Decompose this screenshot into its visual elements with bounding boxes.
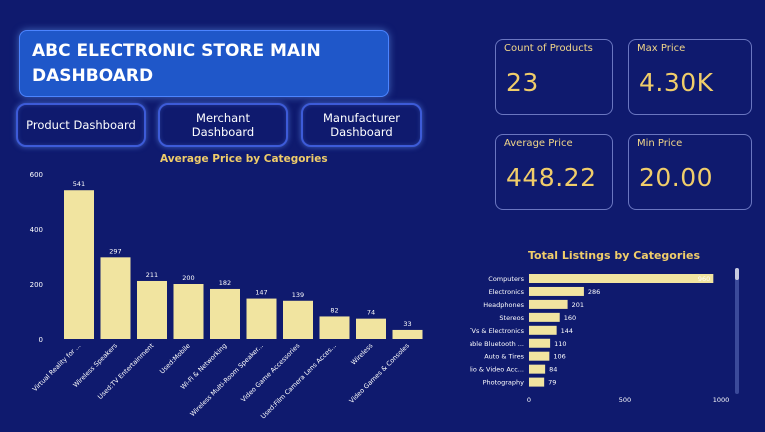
bar <box>356 318 386 339</box>
kpi-label: Count of Products <box>504 43 593 54</box>
bar-value-label: 79 <box>548 379 556 387</box>
x-tick-label: Wireless Multi-Room Speaker... <box>188 342 264 418</box>
x-tick-label: 1000 <box>713 396 730 404</box>
bar-value-label: 110 <box>554 340 566 348</box>
min-price-card: Min Price 20.00 <box>628 134 752 210</box>
y-category-label: Auto & Tires <box>484 353 524 361</box>
manufacturer-dashboard-button[interactable]: Manufacturer Dashboard <box>301 103 422 147</box>
bar <box>529 351 550 361</box>
bar-value-label: 84 <box>549 366 557 374</box>
y-category-label: Photography <box>483 379 525 387</box>
y-category-label: Portable Bluetooth ... <box>470 340 524 348</box>
bar <box>137 280 167 339</box>
bar <box>246 298 277 339</box>
kpi-value: 448.22 <box>506 163 597 192</box>
bar <box>529 377 545 387</box>
listings-chart-title: Total Listings by Categories <box>528 249 701 262</box>
dashboard-title: ABC ELECTRONIC STORE MAIN DASHBOARD <box>19 30 389 97</box>
scrollbar-track <box>735 268 739 394</box>
y-category-label: Headphones <box>483 301 524 309</box>
bar <box>392 329 423 339</box>
y-tick-label: 400 <box>30 226 43 234</box>
y-tick-label: 600 <box>30 171 43 179</box>
x-tick-label: Used:Mobile <box>158 342 192 376</box>
bar <box>529 338 551 348</box>
bar <box>529 286 584 296</box>
merchant-dashboard-button[interactable]: Merchant Dashboard <box>158 103 288 147</box>
average-price-card: Average Price 448.22 <box>495 134 613 210</box>
bar-value-label: 33 <box>403 320 411 328</box>
y-category-label: TVs & Electronics <box>470 327 525 335</box>
bar-value-label: 74 <box>367 309 375 317</box>
bar-value-label: 82 <box>330 306 338 314</box>
bar <box>173 284 204 339</box>
bar-value-label: 147 <box>255 289 267 297</box>
bar-value-label: 182 <box>219 279 231 287</box>
kpi-value: 20.00 <box>639 163 714 192</box>
kpi-value: 23 <box>506 68 539 97</box>
listings-chart: Computers 960 Electronics 286 Headphones 201 S… <box>470 268 739 404</box>
bar-value-label: 211 <box>146 271 158 279</box>
scrollbar-thumb[interactable] <box>735 268 739 280</box>
y-tick-label: 200 <box>30 281 43 289</box>
bar-value-label: 960 <box>698 275 710 283</box>
x-tick-label: Wireless <box>350 341 375 366</box>
y-tick-label: 0 <box>39 336 43 344</box>
kpi-label: Min Price <box>637 138 683 149</box>
y-category-label: Audio & Video Acc... <box>470 366 524 374</box>
x-tick-label: Video Games & Consoles <box>348 341 412 405</box>
count-of-products-card: Count of Products 23 <box>495 39 613 115</box>
bar <box>529 299 568 309</box>
bar <box>210 288 240 339</box>
avg-price-chart: 0200400600541Virtual Reality for ...297W… <box>30 171 423 421</box>
avg-price-chart-title: Average Price by Categories <box>160 153 328 165</box>
bar-value-label: 541 <box>73 180 85 188</box>
bar-value-label: 201 <box>572 301 584 309</box>
bar <box>529 325 557 335</box>
bar <box>529 274 714 283</box>
bar <box>100 257 131 339</box>
kpi-label: Max Price <box>637 43 686 54</box>
x-tick-label: 500 <box>619 396 631 404</box>
bar-value-label: 286 <box>588 288 600 296</box>
bar-value-label: 200 <box>182 274 194 282</box>
bar-value-label: 144 <box>561 327 573 335</box>
max-price-card: Max Price 4.30K <box>628 39 752 115</box>
bar <box>529 364 546 374</box>
product-dashboard-button[interactable]: Product Dashboard <box>16 103 146 147</box>
bar <box>64 190 94 339</box>
bar-value-label: 139 <box>292 291 304 299</box>
kpi-label: Average Price <box>504 138 573 149</box>
x-tick-label: 0 <box>527 396 531 404</box>
x-tick-label: Used:Film Camera Lens Acces... <box>259 342 338 421</box>
bar <box>319 316 350 339</box>
y-category-label: Electronics <box>489 288 525 296</box>
bar-value-label: 160 <box>564 314 576 322</box>
bar-value-label: 297 <box>109 247 121 255</box>
bar <box>529 312 560 322</box>
y-category-label: Computers <box>488 275 524 283</box>
bar-value-label: 106 <box>553 353 565 361</box>
x-tick-label: Video Game Accessories <box>239 341 302 404</box>
y-category-label: Stereos <box>499 314 524 322</box>
kpi-value: 4.30K <box>639 68 714 97</box>
bar <box>283 300 313 339</box>
